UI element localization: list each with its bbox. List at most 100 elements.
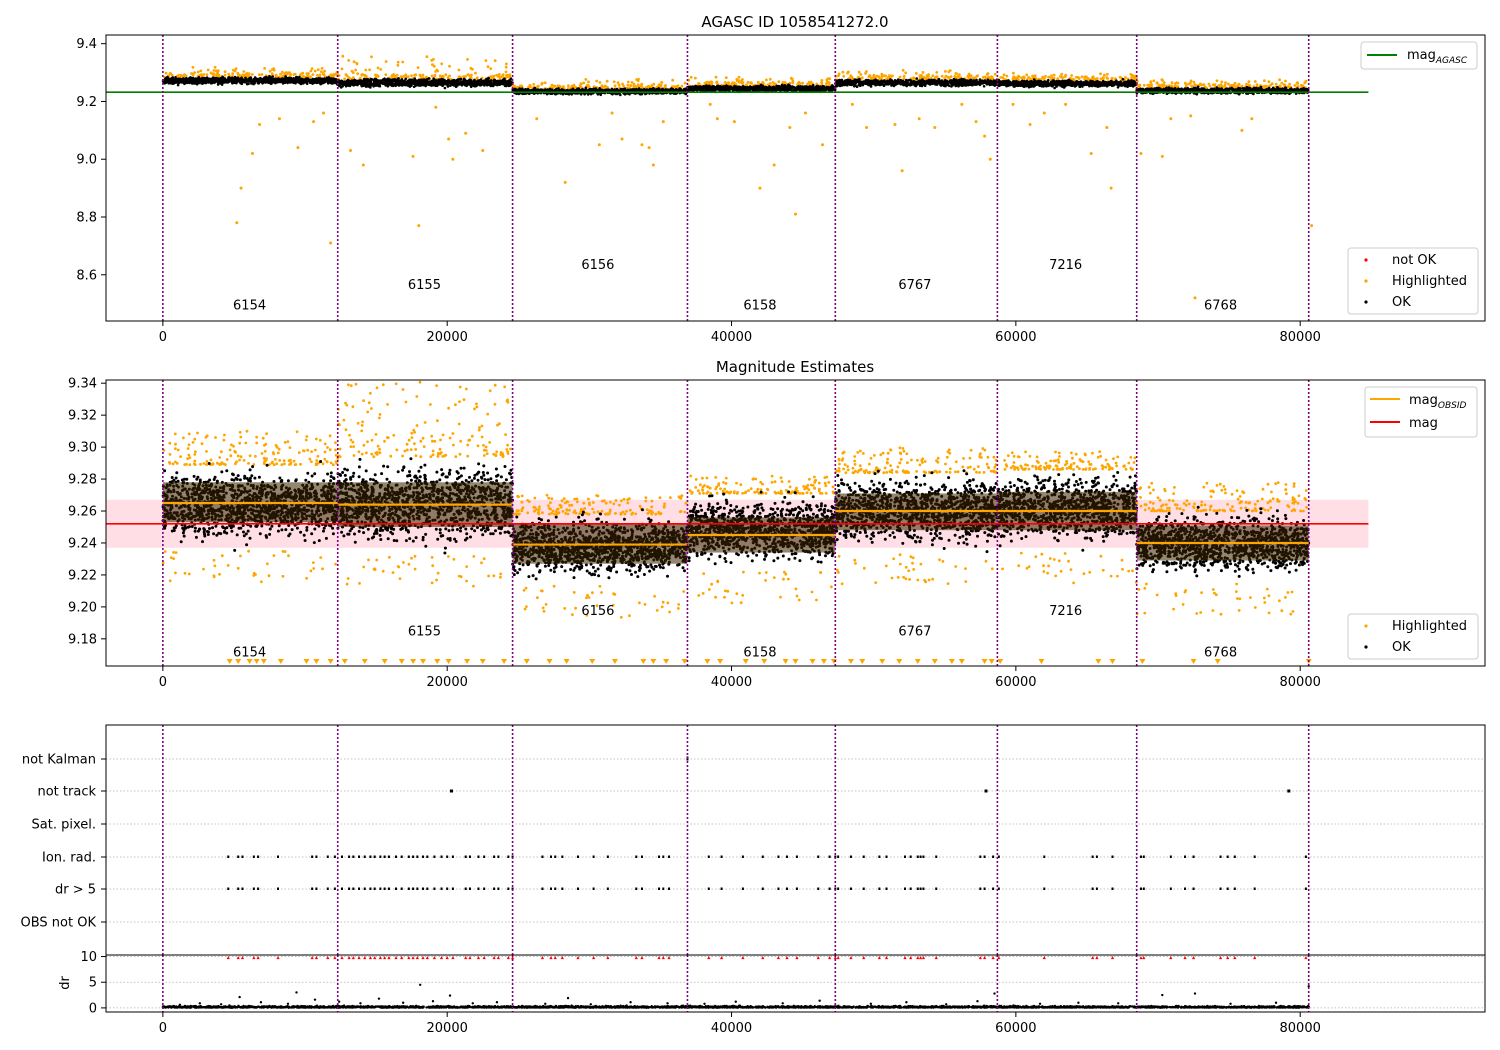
ok-point xyxy=(824,86,827,90)
highlighted-point xyxy=(470,73,473,77)
highlighted-point xyxy=(921,71,925,74)
ok-point xyxy=(801,86,805,90)
ok-point xyxy=(486,80,489,83)
ok-point xyxy=(409,78,413,82)
highlighted-point xyxy=(543,81,547,85)
highlighted-point xyxy=(370,55,373,59)
highlighted-point xyxy=(513,84,516,88)
highlighted-point xyxy=(258,73,261,76)
ok-point xyxy=(467,79,471,82)
highlighted-point xyxy=(646,84,650,88)
ok-point xyxy=(439,83,443,86)
highlighted-point xyxy=(867,75,871,79)
ok-point xyxy=(436,81,440,84)
highlighted-point xyxy=(504,70,508,74)
ok-point xyxy=(577,87,580,90)
ok-point xyxy=(213,79,216,82)
highlighted-point xyxy=(245,72,249,75)
ok-point xyxy=(231,78,234,82)
highlighted-point xyxy=(351,76,355,79)
highlighted-point xyxy=(320,67,324,70)
ok-point xyxy=(684,87,687,91)
highlighted-point xyxy=(231,72,235,76)
highlighted-point xyxy=(859,73,863,76)
highlighted-point xyxy=(801,81,804,85)
highlighted-point xyxy=(356,72,359,75)
ok-point xyxy=(243,80,246,83)
ok-point xyxy=(413,77,417,80)
ok-point xyxy=(216,83,220,86)
ok-point xyxy=(501,82,504,86)
highlighted-point xyxy=(735,79,739,83)
highlighted-point xyxy=(940,74,944,78)
ok-point xyxy=(507,80,510,84)
ok-point xyxy=(197,81,200,85)
highlighted-point xyxy=(205,73,209,76)
ok-point xyxy=(482,79,486,83)
ok-point xyxy=(487,76,490,80)
ok-point xyxy=(367,79,371,82)
highlighted-point xyxy=(797,80,801,84)
highlighted-point xyxy=(347,59,351,62)
highlighted-point xyxy=(540,82,544,86)
highlighted-point xyxy=(613,84,617,88)
ok-point xyxy=(680,88,683,91)
highlighted-point xyxy=(401,60,405,64)
highlighted-point xyxy=(827,81,831,85)
ok-point xyxy=(443,86,447,90)
ok-point xyxy=(217,77,220,80)
highlighted-point xyxy=(639,84,643,87)
ok-point xyxy=(200,80,203,83)
highlighted-point xyxy=(489,75,493,78)
ok-point xyxy=(493,83,496,86)
ok-point xyxy=(330,82,334,85)
highlighted-point xyxy=(283,72,287,75)
highlighted-point xyxy=(309,69,313,73)
ok-point xyxy=(671,88,675,92)
highlighted-point xyxy=(636,79,640,83)
highlighted-point xyxy=(213,65,217,69)
highlighted-point xyxy=(537,84,540,88)
ok-point xyxy=(449,81,453,85)
highlighted-point xyxy=(421,73,425,77)
ok-point xyxy=(251,81,255,85)
highlighted-point xyxy=(343,77,346,81)
ok-point xyxy=(378,79,382,82)
ok-point xyxy=(358,81,361,85)
highlighted-point xyxy=(263,67,266,70)
highlighted-point xyxy=(765,78,768,82)
highlighted-point xyxy=(841,70,845,74)
highlighted-point xyxy=(567,84,570,88)
ok-point xyxy=(413,82,417,86)
ok-point xyxy=(786,87,789,91)
highlighted-point xyxy=(431,63,434,67)
highlighted-point xyxy=(316,68,320,71)
highlighted-point xyxy=(737,75,741,79)
ok-point xyxy=(277,79,281,83)
highlighted-point xyxy=(986,72,990,75)
highlighted-point xyxy=(183,73,186,77)
highlighted-point xyxy=(605,79,609,83)
highlighted-point xyxy=(975,75,979,78)
highlighted-point xyxy=(724,76,728,79)
ok-point xyxy=(729,85,732,89)
highlighted-point xyxy=(355,61,359,65)
highlighted-point xyxy=(288,71,291,74)
highlighted-point xyxy=(466,58,469,61)
highlighted-point xyxy=(444,73,448,77)
highlighted-point xyxy=(191,65,195,69)
ok-point xyxy=(713,86,717,89)
ok-point xyxy=(397,77,400,80)
panel1-title: AGASC ID 1058541272.0 xyxy=(701,13,888,31)
ok-point xyxy=(223,77,227,80)
ok-point xyxy=(509,83,513,86)
ok-point xyxy=(360,81,364,85)
ok-point xyxy=(622,87,626,91)
highlighted-point xyxy=(260,73,264,76)
ok-point xyxy=(396,81,399,85)
highlighted-point xyxy=(612,80,616,84)
ok-point xyxy=(829,85,833,89)
ok-point xyxy=(456,79,460,82)
ok-point xyxy=(374,84,377,87)
highlighted-point xyxy=(969,74,973,78)
